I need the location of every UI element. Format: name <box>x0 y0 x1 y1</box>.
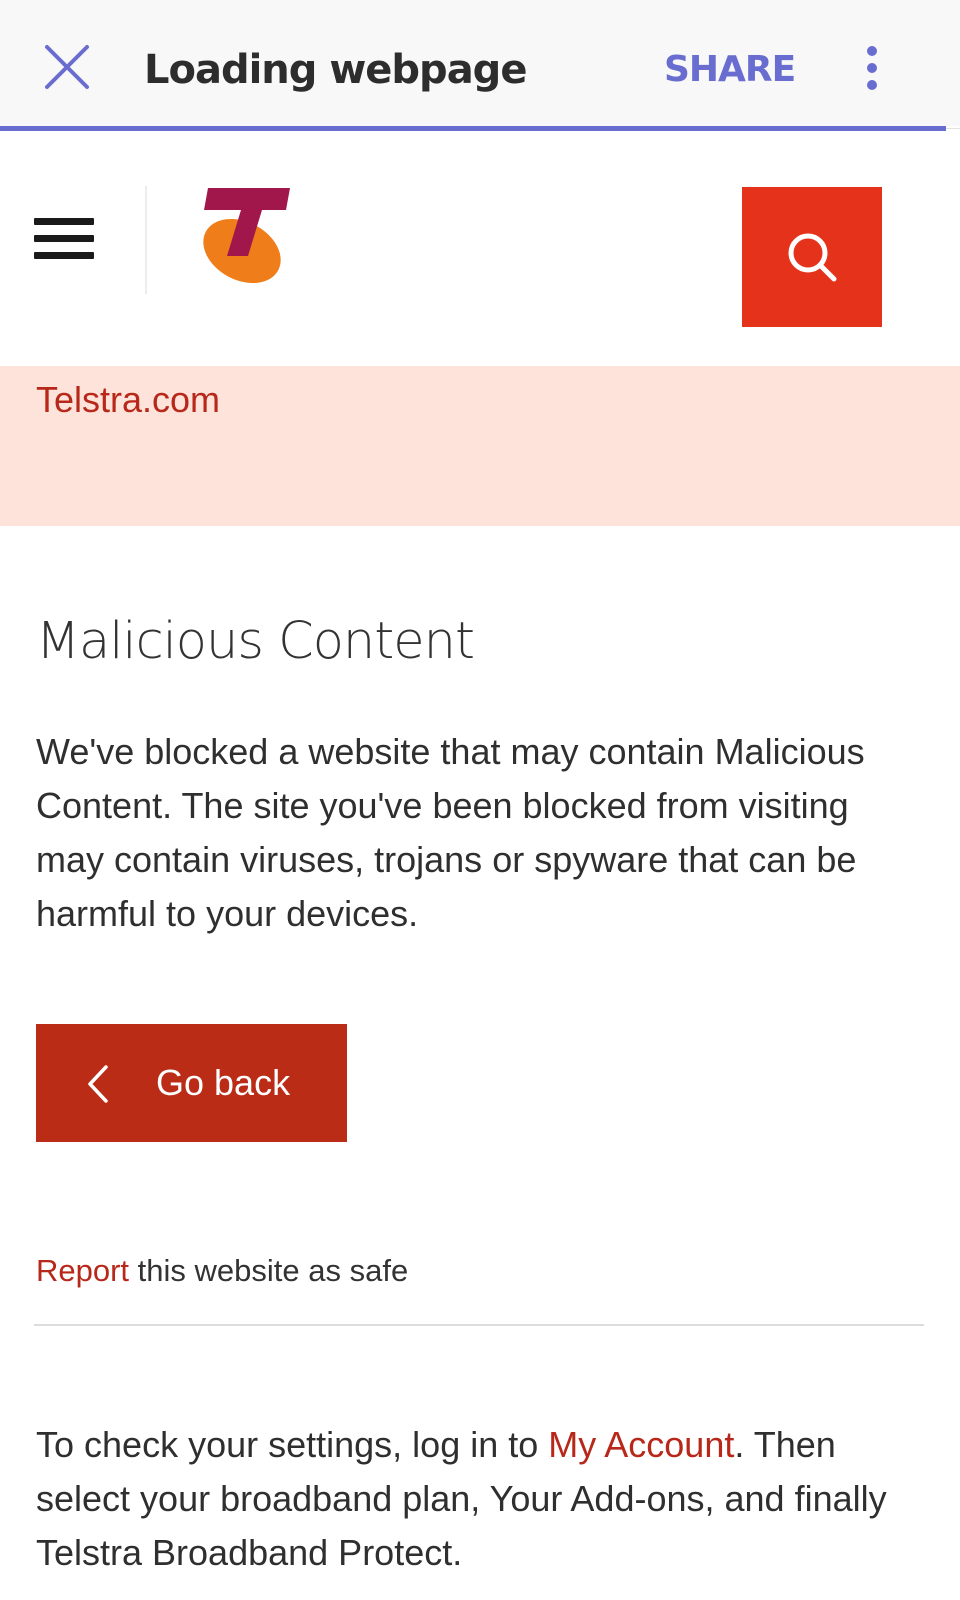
report-link[interactable]: Report <box>36 1253 129 1288</box>
breadcrumb: Telstra.com <box>0 366 960 526</box>
chevron-left-icon <box>88 1065 108 1103</box>
search-icon <box>788 233 837 282</box>
more-vertical-icon[interactable] <box>860 44 884 92</box>
report-line: Report this website as safe <box>36 1250 408 1292</box>
settings-text-before: To check your settings, log in to <box>36 1424 549 1465</box>
settings-instructions: To check your settings, log in to My Acc… <box>36 1418 936 1580</box>
page-heading: Malicious Content <box>36 612 475 671</box>
progress-track <box>946 128 960 129</box>
block-description: We've blocked a website that may contain… <box>36 731 865 934</box>
browser-toolbar: Loading webpage SHARE <box>0 0 960 126</box>
go-back-label: Go back <box>156 1062 291 1103</box>
share-button[interactable]: SHARE <box>664 42 796 98</box>
loading-progress-bar <box>0 126 946 131</box>
close-icon[interactable] <box>42 42 92 92</box>
search-button[interactable] <box>742 187 882 327</box>
header-divider <box>145 186 147 294</box>
report-text: this website as safe <box>129 1253 409 1288</box>
hamburger-menu-icon[interactable] <box>34 218 94 260</box>
page-title: Loading webpage <box>144 47 527 93</box>
my-account-link[interactable]: My Account <box>548 1424 734 1465</box>
telstra-logo[interactable] <box>196 184 296 288</box>
divider <box>34 1324 924 1326</box>
go-back-button[interactable]: Go back <box>36 1024 347 1142</box>
breadcrumb-home-link[interactable]: Telstra.com <box>36 378 220 422</box>
